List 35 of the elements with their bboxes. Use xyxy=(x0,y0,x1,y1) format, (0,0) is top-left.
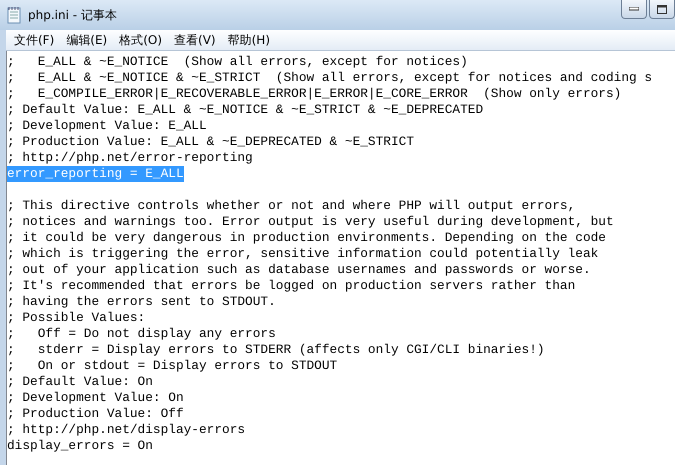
text-line: ; E_COMPILE_ERROR|E_RECOVERABLE_ERROR|E_ERROR|E_CORE_ERROR (Show only errors) xyxy=(7,86,622,102)
text-line: ; Production Value: E_ALL & ~E_DEPRECATED & ~E_STRICT xyxy=(7,134,414,150)
text-line: ; This directive controls whether or not and where PHP will output errors, xyxy=(7,198,576,214)
text-line: ; notices and warnings too. Error output is very useful during development, but xyxy=(7,214,614,230)
menu-item[interactable]: 文件(F) xyxy=(10,32,62,48)
text-line: ; out of your application such as database usernames and passwords or worse. xyxy=(7,262,591,278)
text-line: ; It's recommended that errors be logged on production servers rather than xyxy=(7,278,576,294)
text-line: ; Production Value: Off xyxy=(7,406,184,422)
minimize-button[interactable] xyxy=(621,0,647,19)
text-line: ; having the errors sent to STDOUT. xyxy=(7,294,276,310)
menu-item[interactable]: 编辑(E) xyxy=(62,32,116,48)
minimize-icon xyxy=(629,7,639,11)
text-line: ; Possible Values: xyxy=(7,310,146,326)
text-line: ; it could be very dangerous in production environments. Depending on the code xyxy=(7,230,606,246)
text-line: ; which is triggering the error, sensitive information could potentially leak xyxy=(7,246,598,262)
text-line: ; stderr = Display errors to STDERR (affects only CGI/CLI binaries!) xyxy=(7,342,545,358)
text-line: ; http://php.net/error-reporting xyxy=(7,150,253,166)
maximize-button[interactable] xyxy=(649,0,675,19)
text-line: ; Development Value: E_ALL xyxy=(7,118,207,134)
text-line: ; Off = Do not display any errors xyxy=(7,326,276,342)
text-line: ; On or stdout = Display errors to STDOUT xyxy=(7,358,338,374)
text-line: ; Default Value: On xyxy=(7,374,153,390)
text-line: ; Default Value: E_ALL & ~E_NOTICE & ~E_STRICT & ~E_DEPRECATED xyxy=(7,102,484,118)
text-area[interactable] xyxy=(6,51,675,465)
window-title: php.ini - 记事本 xyxy=(28,6,117,24)
menu-item[interactable]: 帮助(H) xyxy=(224,32,278,48)
menu-item[interactable]: 格式(O) xyxy=(115,32,170,48)
text-line: ; Development Value: On xyxy=(7,390,184,406)
text-line: ; http://php.net/display-errors xyxy=(7,422,246,438)
menu-item[interactable]: 查看(V) xyxy=(170,32,224,48)
maximize-icon xyxy=(657,4,667,14)
text-line: ; E_ALL & ~E_NOTICE & ~E_STRICT (Show all errors, except for notices and coding s xyxy=(7,70,652,86)
text-line: ; E_ALL & ~E_NOTICE (Show all errors, except for notices) xyxy=(7,54,468,70)
notepad-icon xyxy=(6,6,22,24)
text-line: display_errors = On xyxy=(7,438,153,454)
